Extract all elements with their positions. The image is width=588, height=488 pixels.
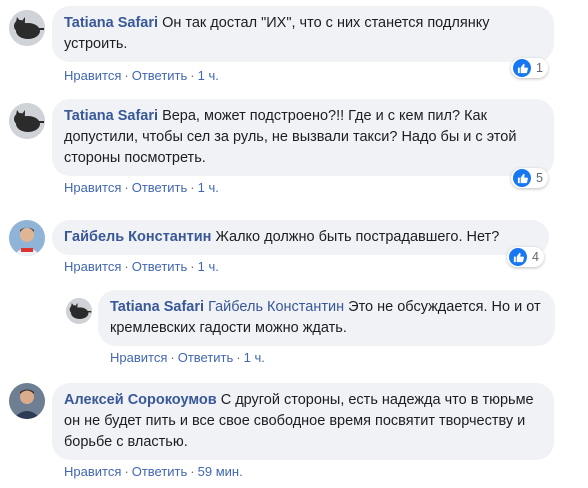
like-button[interactable]: Нравится	[64, 180, 121, 195]
reaction-count[interactable]: 1	[511, 58, 548, 78]
comment-bubble: Tatiana Safari Он так достал "ИХ", что с…	[52, 6, 554, 62]
comment-author[interactable]: Гайбель Константин	[64, 229, 211, 245]
comment-author[interactable]: Алексей Сорокоумов	[64, 392, 217, 408]
reply-button[interactable]: Ответить	[132, 180, 188, 195]
person-avatar-icon	[9, 220, 45, 256]
like-icon	[513, 169, 531, 187]
comment-actions: Нравится · Ответить · 1 ч.	[64, 68, 219, 83]
timestamp[interactable]: 1 ч.	[198, 180, 219, 195]
like-icon	[509, 248, 527, 266]
timestamp[interactable]: 1 ч.	[198, 259, 219, 274]
comment-actions: Нравится · Ответить · 59 мин.	[64, 464, 243, 479]
avatar[interactable]	[9, 383, 45, 419]
comment-bubble: Tatiana Safari Гайбель Константин Это не…	[98, 290, 555, 346]
comment-bubble: Алексей Сорокоумов С другой стороны, ест…	[52, 383, 554, 460]
mention-link[interactable]: Гайбель Константин	[208, 299, 344, 315]
reaction-number: 1	[536, 61, 543, 75]
comment-text: Жалко должно быть пострадавшего. Нет?	[215, 229, 500, 245]
like-icon	[513, 59, 531, 77]
comment-actions: Нравится · Ответить · 1 ч.	[110, 350, 265, 365]
comment-bubble: Гайбель Константин Жалко должно быть пос…	[52, 220, 549, 255]
reply-button[interactable]: Ответить	[132, 464, 188, 479]
comment-author[interactable]: Tatiana Safari	[64, 15, 158, 31]
reply-button[interactable]: Ответить	[132, 259, 188, 274]
avatar[interactable]	[9, 10, 45, 46]
cat-avatar-icon	[9, 103, 45, 139]
comment-actions: Нравится · Ответить · 1 ч.	[64, 259, 219, 274]
reply-button[interactable]: Ответить	[132, 68, 188, 83]
like-button[interactable]: Нравится	[64, 464, 121, 479]
like-button[interactable]: Нравится	[64, 68, 121, 83]
timestamp[interactable]: 1 ч.	[244, 350, 265, 365]
avatar[interactable]	[66, 298, 92, 324]
comment-bubble: Tatiana Safari Вера, может подстроено?!!…	[52, 99, 554, 176]
cat-avatar-icon	[66, 298, 92, 324]
avatar[interactable]	[9, 103, 45, 139]
timestamp[interactable]: 1 ч.	[198, 68, 219, 83]
comment-author[interactable]: Tatiana Safari	[64, 108, 158, 124]
like-button[interactable]: Нравится	[110, 350, 167, 365]
comment-actions: Нравится · Ответить · 1 ч.	[64, 180, 219, 195]
person-avatar-icon	[9, 383, 45, 419]
reply-button[interactable]: Ответить	[178, 350, 234, 365]
cat-avatar-icon	[9, 10, 45, 46]
avatar[interactable]	[9, 220, 45, 256]
reaction-number: 4	[532, 250, 539, 264]
reaction-count[interactable]: 4	[507, 247, 544, 267]
like-button[interactable]: Нравится	[64, 259, 121, 274]
reaction-number: 5	[536, 171, 543, 185]
comment-author[interactable]: Tatiana Safari	[110, 299, 204, 315]
reaction-count[interactable]: 5	[511, 168, 548, 188]
timestamp[interactable]: 59 мин.	[198, 464, 243, 479]
